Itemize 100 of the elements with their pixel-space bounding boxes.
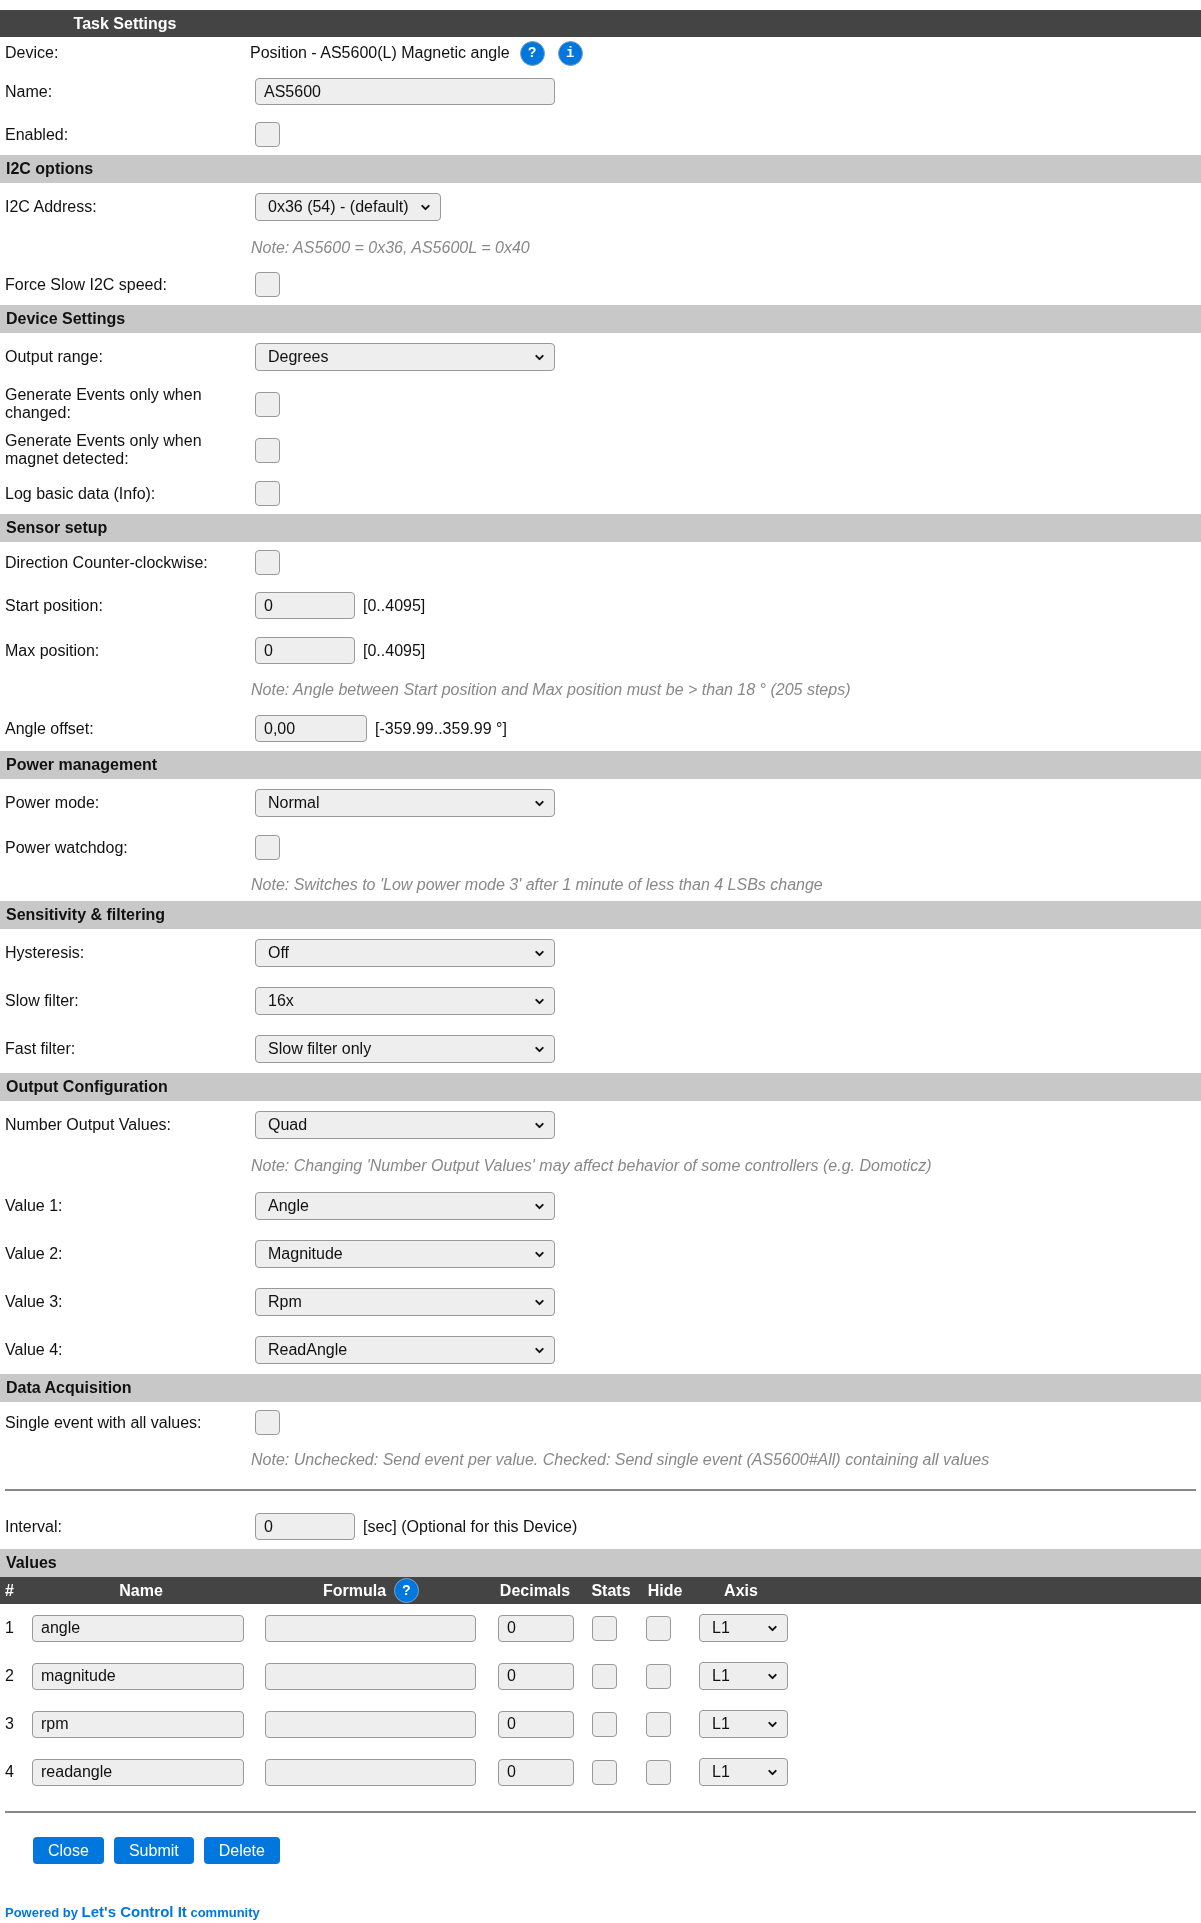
help-button[interactable]: ?	[394, 1578, 420, 1603]
text-input[interactable]: 0	[498, 1710, 574, 1738]
field-label: Output range:	[5, 348, 103, 365]
dropdown[interactable]: Off	[255, 939, 555, 967]
field-label: Start position:	[5, 596, 103, 614]
field-label: Direction Counter-clockwise:	[5, 553, 208, 571]
text-input[interactable]: 0	[498, 1614, 574, 1642]
text-input[interactable]: angle	[32, 1614, 244, 1642]
checkbox[interactable]	[255, 391, 280, 417]
checkbox[interactable]	[646, 1663, 671, 1689]
text-input[interactable]: AS5600	[255, 78, 555, 105]
column-heading: Decimals	[499, 1580, 571, 1601]
column-heading: Axis	[724, 1580, 758, 1601]
dropdown[interactable]: 16x	[255, 987, 555, 1015]
dropdown[interactable]: Magnitude	[255, 1240, 555, 1268]
section-heading: Data Acquisition	[0, 1374, 1201, 1402]
row-number: 2	[5, 1667, 14, 1684]
checkbox[interactable]	[592, 1615, 617, 1641]
note-text: Note: Switches to 'Low power mode 3' after 1 minute of less than 4 LSBs change	[251, 874, 823, 895]
field-label: Force Slow I2C speed:	[5, 275, 167, 293]
text-input[interactable]: readangle	[32, 1758, 244, 1786]
note-text: Note: Changing 'Number Output Values' may affect behavior of some controllers (e.g. Domoticz)	[251, 1155, 932, 1176]
checkbox[interactable]	[255, 481, 280, 506]
text-input[interactable]	[265, 1710, 476, 1738]
field-label: Enabled:	[5, 125, 69, 143]
dropdown[interactable]: ReadAngle	[255, 1336, 555, 1364]
checkbox[interactable]	[592, 1759, 617, 1785]
section-heading: Sensitivity & filtering	[0, 901, 1201, 929]
row-number: 3	[5, 1715, 14, 1732]
section-heading: Device Settings	[0, 305, 1201, 333]
checkbox[interactable]	[646, 1759, 671, 1785]
field-label: Value 1:	[5, 1197, 63, 1214]
text-input[interactable]: 0	[498, 1662, 574, 1690]
field-label: Interval:	[5, 1517, 62, 1535]
column-heading: Formula	[322, 1580, 387, 1601]
dropdown[interactable]: Angle	[255, 1192, 555, 1220]
checkbox[interactable]	[255, 835, 280, 860]
text-input[interactable]: magnitude	[32, 1662, 244, 1690]
range-hint: [sec] (Optional for this Device)	[363, 1516, 578, 1537]
dropdown[interactable]: L1	[699, 1662, 788, 1690]
submit-button[interactable]: Submit	[113, 1837, 194, 1864]
dropdown[interactable]: Rpm	[255, 1288, 555, 1316]
text-input[interactable]	[265, 1614, 476, 1642]
row-number: 4	[5, 1763, 14, 1780]
checkbox[interactable]	[255, 550, 280, 575]
field-label: Log basic data (Info):	[5, 484, 156, 502]
range-hint: [-359.99..359.99 °]	[375, 718, 507, 739]
text-input[interactable]: rpm	[32, 1710, 244, 1738]
field-label: Value 4:	[5, 1341, 63, 1358]
text-input[interactable]: 0	[255, 592, 355, 619]
section-heading: Power management	[0, 751, 1201, 779]
field-label: Single event with all values:	[5, 1413, 202, 1431]
help-button[interactable]: ?	[519, 40, 545, 66]
field-label: Slow filter:	[5, 992, 79, 1009]
delete-button[interactable]: Delete	[203, 1837, 280, 1864]
footer-text: Powered by Let's Control It community	[4, 1903, 261, 1921]
text-input[interactable]: 0	[498, 1758, 574, 1786]
range-hint: [0..4095]	[363, 640, 426, 661]
panel-title: Task Settings	[73, 13, 177, 34]
text-input[interactable]	[265, 1662, 476, 1690]
checkbox[interactable]	[255, 122, 280, 147]
note-text: Note: AS5600 = 0x36, AS5600L = 0x40	[251, 237, 530, 258]
dropdown[interactable]: Normal	[255, 789, 555, 817]
column-heading: Name	[119, 1580, 163, 1601]
text-input[interactable]: 0,00	[255, 715, 367, 742]
field-label: Generate Events only when changed:	[5, 386, 202, 421]
field-label: Name:	[5, 82, 53, 100]
checkbox[interactable]	[592, 1711, 617, 1737]
checkbox[interactable]	[646, 1711, 671, 1737]
section-heading: Values	[0, 1549, 1201, 1577]
field-label: Power mode:	[5, 794, 100, 811]
checkbox[interactable]	[255, 1410, 280, 1435]
field-label: Hysteresis:	[5, 944, 85, 961]
dropdown[interactable]: L1	[699, 1758, 788, 1786]
section-heading: I2C options	[0, 155, 1201, 183]
field-label: Value 2:	[5, 1245, 63, 1262]
checkbox[interactable]	[255, 272, 280, 297]
dropdown[interactable]: Quad	[255, 1111, 555, 1139]
dropdown[interactable]: L1	[699, 1614, 788, 1642]
dropdown[interactable]: Slow filter only	[255, 1035, 555, 1063]
close-button[interactable]: Close	[33, 1837, 104, 1864]
info-button[interactable]: i	[557, 40, 583, 66]
checkbox[interactable]	[646, 1615, 671, 1641]
field-label: Power watchdog:	[5, 838, 128, 856]
range-hint: [0..4095]	[363, 595, 426, 616]
text-input[interactable]	[265, 1758, 476, 1786]
field-label: Max position:	[5, 641, 100, 659]
field-label: Number Output Values:	[5, 1116, 171, 1133]
dropdown[interactable]: L1	[699, 1710, 788, 1738]
column-heading: Stats	[591, 1580, 631, 1601]
device-name: Position - AS5600(L) Magnetic angle	[250, 43, 510, 63]
footer-link[interactable]: Let's Control It	[81, 1903, 187, 1920]
text-input[interactable]: 0	[255, 637, 355, 664]
dropdown[interactable]: Degrees	[255, 343, 555, 371]
row-number: 1	[5, 1619, 14, 1636]
checkbox[interactable]	[592, 1663, 617, 1689]
field-label: Value 3:	[5, 1293, 63, 1310]
checkbox[interactable]	[255, 437, 280, 463]
dropdown[interactable]: 0x36 (54) - (default)	[255, 193, 441, 221]
text-input[interactable]: 0	[255, 1513, 355, 1540]
